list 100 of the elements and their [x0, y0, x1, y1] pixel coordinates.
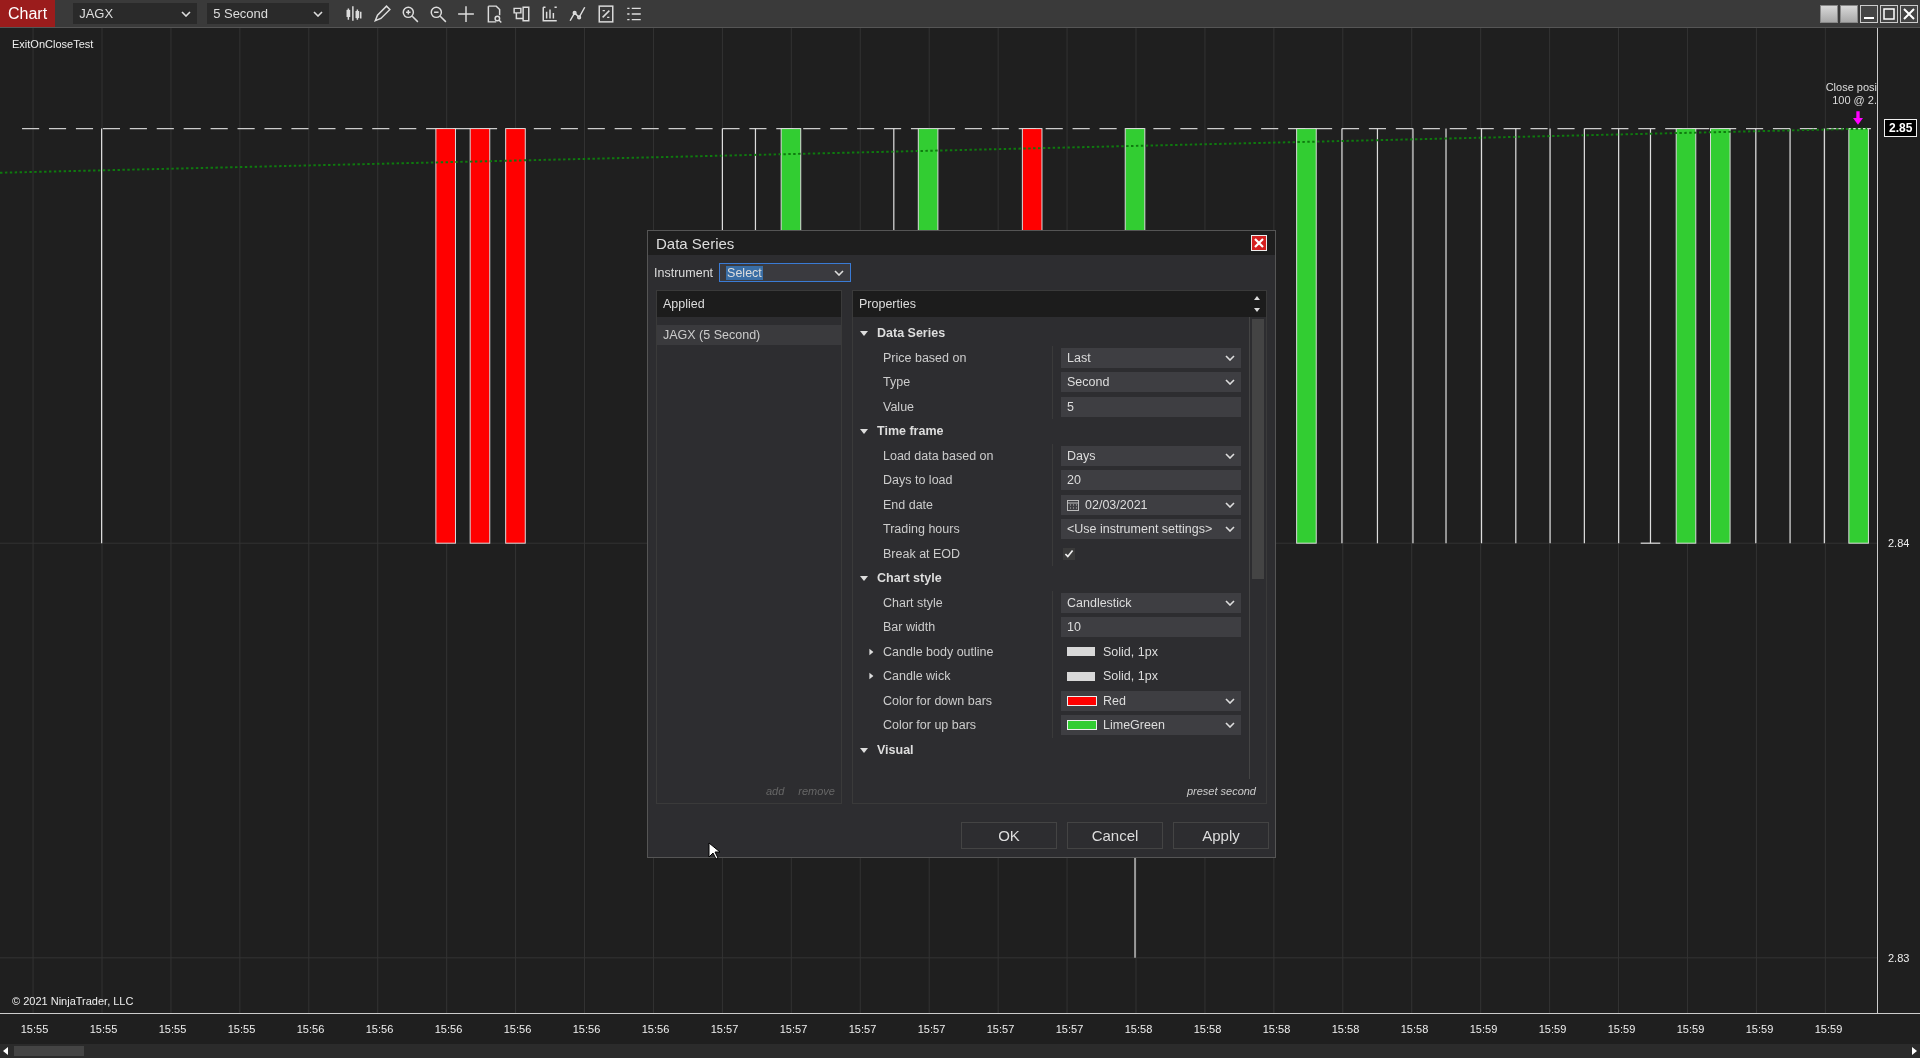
crosshair-icon[interactable] — [457, 4, 476, 23]
property-dropdown[interactable]: Days — [1061, 445, 1241, 466]
category-header[interactable]: Visual — [853, 737, 1249, 762]
pencil-icon[interactable] — [373, 4, 392, 23]
time-label: 15:59 — [1606, 1023, 1637, 1035]
stroke-setting[interactable]: Solid, 1px — [1061, 669, 1158, 684]
property-label: Days to load — [883, 473, 953, 488]
bars-icon[interactable] — [345, 4, 364, 23]
property-label: Bar width — [883, 620, 936, 635]
window-button[interactable] — [1840, 4, 1858, 23]
document-search-icon[interactable] — [485, 4, 504, 23]
price-label: 2.83 — [1888, 951, 1910, 964]
property-label: Color for down bars — [883, 693, 993, 708]
time-label: 15:57 — [847, 1023, 878, 1035]
chart-button[interactable]: Chart — [0, 0, 56, 27]
time-label: 15:56 — [433, 1023, 464, 1035]
candle-wick — [1640, 542, 1661, 544]
category-header[interactable]: Chart style — [853, 566, 1249, 591]
chevron-down-icon — [1225, 697, 1235, 704]
ok-button[interactable]: OK — [961, 822, 1057, 849]
chevron-down-icon — [1225, 452, 1235, 459]
time-label: 15:59 — [1813, 1023, 1844, 1035]
time-label: 15:56 — [571, 1023, 602, 1035]
apply-button[interactable]: Apply — [1173, 822, 1269, 849]
property-dropdown[interactable]: Second — [1061, 372, 1241, 393]
property-label: Color for up bars — [883, 718, 977, 733]
date-picker[interactable]: 02/03/2021 — [1061, 494, 1241, 515]
time-label: 15:57 — [709, 1023, 740, 1035]
chevron-down-icon — [1225, 354, 1235, 361]
property-dropdown[interactable]: <Use instrument settings> — [1061, 519, 1241, 540]
window-button[interactable] — [1820, 4, 1838, 23]
interval-dropdown[interactable]: 5 Second — [207, 3, 330, 24]
scrollbar[interactable] — [0, 1044, 1920, 1058]
property-dropdown[interactable]: Last — [1061, 347, 1241, 368]
time-label: 15:55 — [226, 1023, 257, 1035]
zoom-out-icon[interactable] — [429, 4, 448, 23]
time-label: 15:57 — [778, 1023, 809, 1035]
expand-icon[interactable] — [867, 672, 875, 681]
category-title: Visual — [877, 742, 914, 757]
panel-icon[interactable] — [513, 4, 532, 23]
time-label: 15:57 — [916, 1023, 947, 1035]
time-label: 15:57 — [1054, 1023, 1085, 1035]
category-header[interactable]: Data Series — [853, 321, 1249, 346]
property-input[interactable]: 20 — [1061, 470, 1241, 491]
color-dropdown[interactable]: Red — [1061, 690, 1241, 711]
property-dropdown[interactable]: Candlestick — [1061, 592, 1241, 613]
category-title: Time frame — [877, 424, 944, 439]
time-label: 15:56 — [502, 1023, 533, 1035]
category-title: Data Series — [877, 326, 946, 341]
time-label: 15:55 — [88, 1023, 119, 1035]
time-label: 15:59 — [1744, 1023, 1775, 1035]
property-label: Candle wick — [883, 669, 951, 684]
line-chart-icon[interactable] — [569, 4, 588, 23]
minimize-icon[interactable] — [1860, 4, 1878, 23]
color-dropdown[interactable]: LimeGreen — [1061, 715, 1241, 736]
bar-chart-icon[interactable] — [541, 4, 560, 23]
time-label: 15:55 — [157, 1023, 188, 1035]
cursor-icon — [708, 842, 720, 860]
close-icon[interactable] — [1900, 4, 1918, 23]
cancel-button[interactable]: Cancel — [1067, 822, 1163, 849]
property-input[interactable]: 5 — [1061, 396, 1241, 417]
down-arrow-icon — [1853, 111, 1863, 125]
property-label: Load data based on — [883, 448, 994, 463]
annotation-text: Close posi — [1825, 81, 1877, 94]
copyright-text: © 2021 NinjaTrader, LLC — [12, 995, 134, 1007]
time-label: 15:59 — [1537, 1023, 1568, 1035]
stroke-setting[interactable]: Solid, 1px — [1061, 644, 1158, 659]
applied-header: Applied — [657, 291, 841, 317]
instrument-dropdown[interactable]: Select — [719, 263, 852, 282]
zoom-in-icon[interactable] — [401, 4, 420, 23]
category-header[interactable]: Time frame — [853, 419, 1249, 444]
chevron-down-icon — [313, 10, 324, 17]
scroll-right-icon[interactable] — [1910, 1046, 1918, 1056]
chevron-down-icon — [1225, 722, 1235, 729]
maximize-icon[interactable] — [1880, 4, 1898, 23]
document-icon[interactable] — [597, 4, 616, 23]
time-label: 15:58 — [1261, 1023, 1292, 1035]
property-input[interactable]: 10 — [1061, 617, 1241, 638]
instrument-label: Instrument — [654, 265, 714, 280]
expand-icon[interactable] — [867, 647, 875, 656]
scroll-left-icon[interactable] — [2, 1046, 10, 1056]
time-label: 15:59 — [1675, 1023, 1706, 1035]
checkbox[interactable] — [1063, 547, 1075, 560]
chevron-down-icon — [834, 269, 845, 276]
preset-link[interactable]: preset second — [1186, 785, 1256, 797]
current-price-marker: 2.85 — [1884, 119, 1918, 138]
time-label: 15:56 — [364, 1023, 395, 1035]
scroll-thumb[interactable] — [14, 1046, 84, 1056]
price-label: 2.84 — [1888, 537, 1910, 550]
time-label: 15:55 — [19, 1023, 50, 1035]
time-label: 15:57 — [985, 1023, 1016, 1035]
instrument-dropdown[interactable]: JAGX — [73, 3, 198, 24]
property-label: Value — [883, 399, 915, 414]
annotation-text: 100 @ 2. — [1832, 94, 1877, 107]
chevron-down-icon — [1225, 599, 1235, 606]
calendar-icon — [1067, 498, 1079, 511]
time-label: 15:58 — [1399, 1023, 1430, 1035]
applied-item[interactable]: JAGX (5 Second) — [657, 325, 841, 345]
category-title: Chart style — [877, 571, 942, 586]
property-label: Type — [883, 375, 911, 390]
